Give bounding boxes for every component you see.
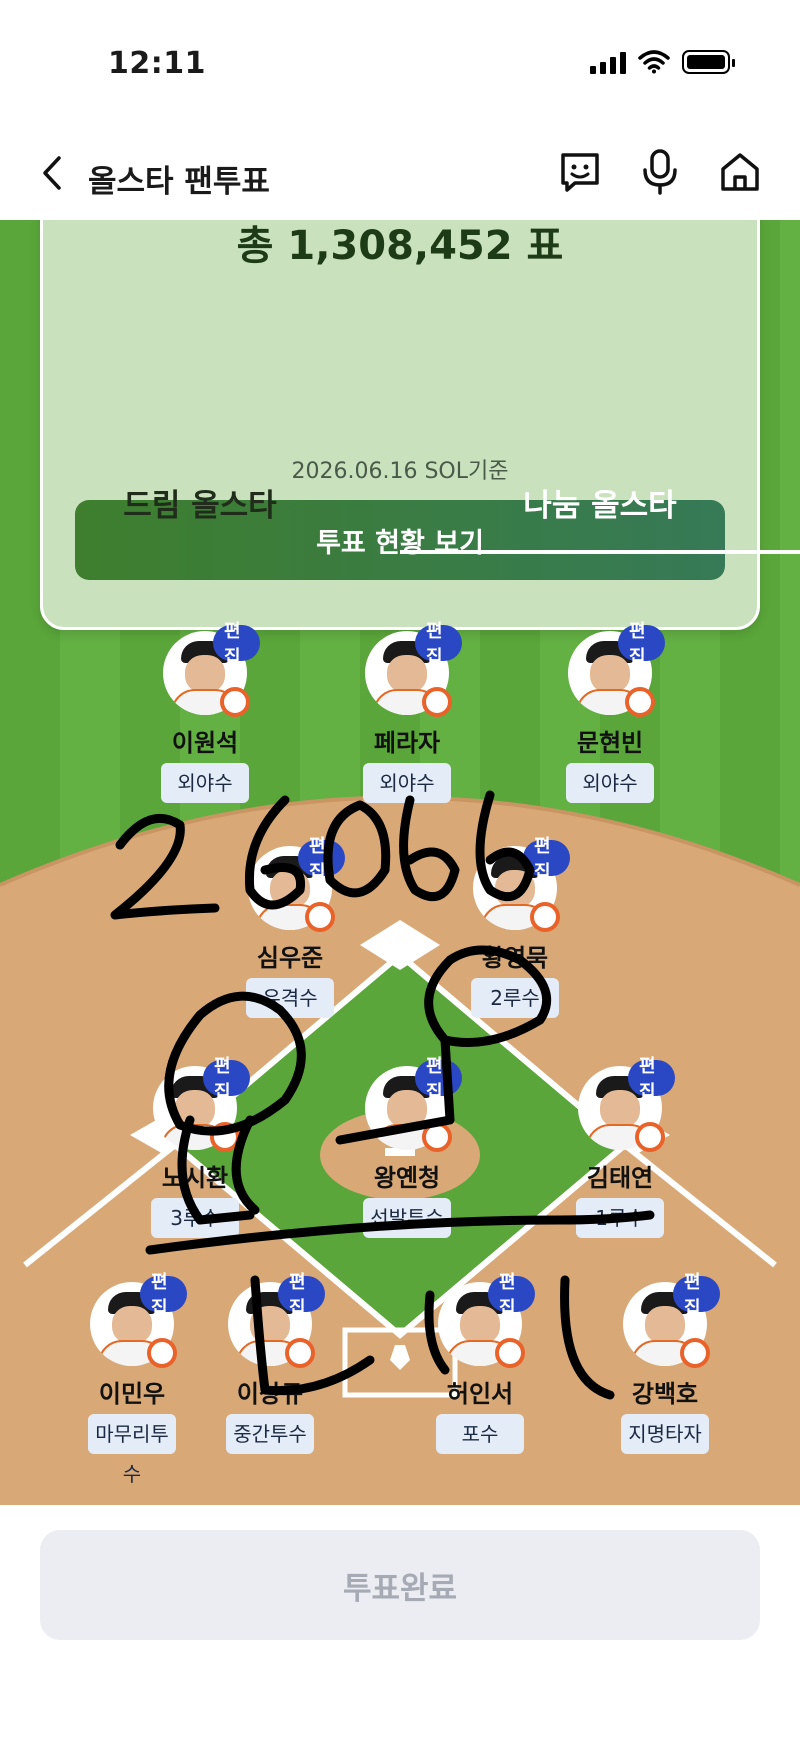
player-position: 마무리투수: [88, 1414, 176, 1486]
player-position: 3루수: [151, 1198, 239, 1238]
player-position: 포수: [436, 1414, 524, 1454]
player-slot[interactable]: 편집이원석외야수: [150, 621, 260, 821]
team-logo-icon: [422, 1122, 452, 1152]
player-slot[interactable]: 편집문현빈외야수: [555, 621, 665, 821]
edit-button[interactable]: 편집: [203, 1056, 250, 1103]
face-shape: [645, 1306, 685, 1344]
status-icons: [590, 50, 735, 74]
chatbot-button[interactable]: [552, 144, 608, 200]
player-name: 허인서: [446, 1380, 514, 1408]
player-slot[interactable]: 편집강백호지명타자: [610, 1272, 720, 1472]
status-time: 12:11: [108, 46, 206, 81]
player-slot[interactable]: 편집심우준유격수: [235, 836, 345, 1036]
app-header: 올스타 팬투표: [0, 130, 800, 220]
chat-face-icon: [561, 153, 599, 192]
edit-button[interactable]: 편집: [523, 836, 570, 883]
home-icon: [721, 153, 759, 191]
team-logo-icon: [495, 1338, 525, 1368]
vote-complete-button[interactable]: 투표완료: [40, 1530, 760, 1640]
player-slot[interactable]: 편집이민우마무리투수: [77, 1272, 187, 1486]
edit-button[interactable]: 편집: [213, 621, 260, 668]
team-logo-icon: [210, 1122, 240, 1152]
player-name: 문현빈: [576, 729, 644, 757]
total-vote-count: 총 1,308,452 표: [236, 223, 564, 269]
voice-button[interactable]: [632, 144, 688, 200]
team-logo-icon: [680, 1338, 710, 1368]
edit-button[interactable]: 편집: [415, 621, 462, 668]
microphone-icon: [643, 149, 677, 195]
battery-icon: [682, 50, 735, 74]
active-tab-underline: [400, 550, 800, 554]
tab-share-allstar[interactable]: 나눔 올스타: [400, 480, 800, 540]
face-shape: [270, 870, 310, 908]
face-shape: [250, 1306, 290, 1344]
team-logo-icon: [285, 1338, 315, 1368]
team-logo-icon: [305, 902, 335, 932]
edit-button[interactable]: 편집: [140, 1272, 187, 1319]
team-logo-icon: [220, 687, 250, 717]
lineup-field: 총 1,308,452 표 2026.06.16 SOL기준 투표 현황 보기 …: [0, 220, 800, 1505]
player-name: 노시환: [161, 1164, 229, 1192]
bottom-bar: 투표완료: [0, 1505, 800, 1740]
tab-dream-allstar[interactable]: 드림 올스타: [0, 480, 400, 540]
status-bar: 12:11: [0, 0, 800, 130]
player-position: 유격수: [246, 978, 334, 1018]
player-name: 페라자: [373, 729, 441, 757]
edit-button[interactable]: 편집: [488, 1272, 535, 1319]
player-name: 황영묵: [481, 944, 549, 972]
cellular-signal-icon: [590, 50, 626, 74]
face-shape: [387, 1090, 427, 1128]
team-logo-icon: [530, 902, 560, 932]
edit-button[interactable]: 편집: [298, 836, 345, 883]
team-logo-icon: [422, 687, 452, 717]
wifi-icon: [638, 50, 670, 74]
player-name: 왕옌청: [373, 1164, 441, 1192]
face-shape: [460, 1306, 500, 1344]
player-slot[interactable]: 편집노시환 3루수: [140, 1056, 250, 1256]
player-name: 심우준: [256, 944, 324, 972]
player-position: 선발투수: [363, 1198, 451, 1238]
vote-summary-card: 총 1,308,452 표 2026.06.16 SOL기준 투표 현황 보기: [40, 220, 760, 630]
home-button[interactable]: [712, 144, 768, 200]
face-shape: [185, 655, 225, 693]
player-slot[interactable]: 편집황영묵 2루수: [460, 836, 570, 1036]
face-shape: [495, 870, 535, 908]
edit-button[interactable]: 편집: [278, 1272, 325, 1319]
player-position: 외야수: [566, 763, 654, 803]
player-name: 이민우: [98, 1380, 166, 1408]
team-logo-icon: [625, 687, 655, 717]
player-slot[interactable]: 편집김태연 1루수: [565, 1056, 675, 1256]
player-name: 이원석: [171, 729, 239, 757]
team-logo-icon: [147, 1338, 177, 1368]
player-position: 1루수: [576, 1198, 664, 1238]
face-shape: [112, 1306, 152, 1344]
edit-button[interactable]: 편집: [618, 621, 665, 668]
page-title: 올스타 팬투표: [88, 164, 270, 200]
player-slot[interactable]: 편집허인서포수: [425, 1272, 535, 1472]
face-shape: [600, 1090, 640, 1128]
face-shape: [387, 655, 427, 693]
player-slot[interactable]: 편집이상규중간투수: [215, 1272, 325, 1472]
edit-button[interactable]: 편집: [673, 1272, 720, 1319]
player-name: 김태연: [586, 1164, 654, 1192]
player-position: 2루수: [471, 978, 559, 1018]
player-name: 강백호: [631, 1380, 699, 1408]
face-shape: [590, 655, 630, 693]
back-chevron-icon: [43, 156, 61, 190]
edit-button[interactable]: 편집: [628, 1056, 675, 1103]
face-shape: [175, 1090, 215, 1128]
player-position: 외야수: [363, 763, 451, 803]
player-name: 이상규: [236, 1380, 304, 1408]
team-logo-icon: [635, 1122, 665, 1152]
player-slot[interactable]: 편집페라자외야수: [352, 621, 462, 821]
player-position: 외야수: [161, 763, 249, 803]
player-position: 중간투수: [226, 1414, 314, 1454]
player-slot[interactable]: 편집왕옌청선발투수: [352, 1056, 462, 1256]
player-position: 지명타자: [621, 1414, 709, 1454]
back-button[interactable]: [30, 148, 74, 198]
edit-button[interactable]: 편집: [415, 1056, 462, 1103]
